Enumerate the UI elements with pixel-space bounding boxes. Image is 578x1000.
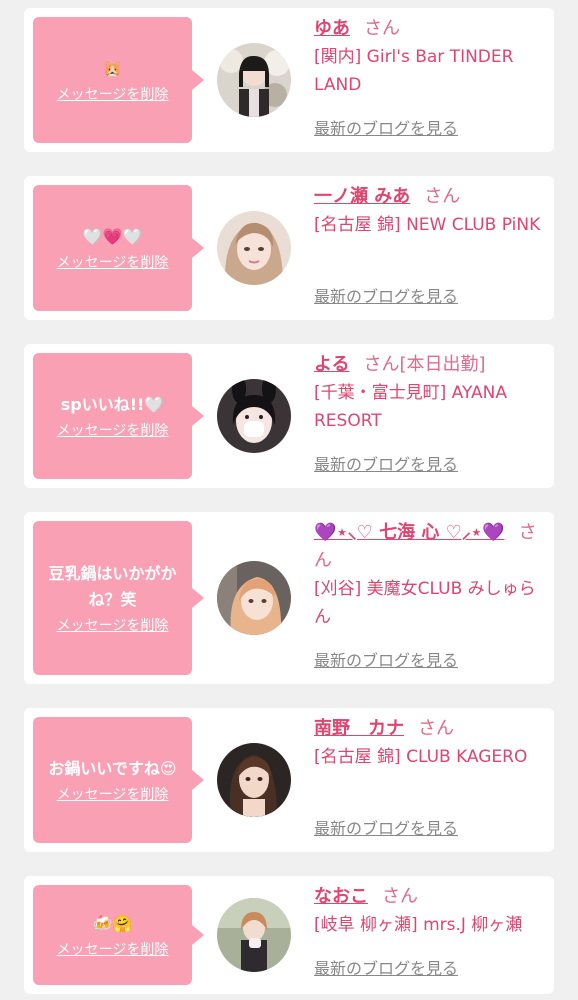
message-card: 🍻🤗 メッセージを削除 なおこ さん [岐阜 柳ヶ瀬] mrs.J 柳ヶ瀬 最新の… [24,876,554,994]
cast-name-link[interactable]: ゆあ [314,18,350,39]
cast-name-link[interactable]: 💜⋆⸜♡ 七海 心 ♡⸝⋆💜 [314,522,504,543]
cast-name-link[interactable]: なおこ [314,886,368,907]
cast-info: 一ノ瀬 みあ さん [名古屋 錦] NEW CLUB PiNK [314,183,546,239]
delete-message-link[interactable]: メッセージを削除 [57,617,169,635]
message-text: 🤍💗🤍 [82,227,143,246]
cast-info: 南野 カナ さん [名古屋 錦] CLUB KAGERO [314,715,546,771]
message-card: spいいね!!🤍 メッセージを削除 よる さん[本日出勤] [千葉・富士見町] A… [24,344,554,488]
latest-blog-link[interactable]: 最新のブログを見る [314,651,458,671]
cast-info: なおこ さん [岐阜 柳ヶ瀬] mrs.J 柳ヶ瀬 [314,883,546,939]
message-card: 🤍💗🤍 メッセージを削除 一ノ瀬 みあ さん [名古屋 錦] NEW CLUB P… [24,176,554,320]
shop-name: [名古屋 錦] CLUB KAGERO [314,747,528,767]
cast-name-link[interactable]: 南野 カナ [314,718,404,739]
shop-name: [関内] Girl's Bar TINDER LAND [314,47,514,95]
delete-message-link[interactable]: メッセージを削除 [57,941,169,959]
message-text: 🐹 [102,59,123,78]
message-text: お鍋いいですね😍 [48,759,177,778]
shop-name: [岐阜 柳ヶ瀬] mrs.J 柳ヶ瀬 [314,915,523,935]
message-bubble: お鍋いいですね😍 メッセージを削除 [33,717,204,843]
delete-message-link[interactable]: メッセージを削除 [57,86,169,104]
latest-blog-link[interactable]: 最新のブログを見る [314,455,458,475]
latest-blog-link[interactable]: 最新のブログを見る [314,287,458,307]
avatar[interactable] [217,743,291,817]
honorific: さん [363,354,400,375]
status-text: [本日出勤] [399,354,486,375]
cast-name-link[interactable]: よる [314,354,349,375]
message-text: 🍻🤗 [92,914,133,933]
message-card: 🐹 メッセージを削除 ゆあ さん [関内] Girl's Bar TINDER L… [24,8,554,152]
message-bubble: 🤍💗🤍 メッセージを削除 [33,185,204,311]
honorific: さん [382,886,418,907]
shop-name: [名古屋 錦] NEW CLUB PiNK [314,215,541,235]
cast-info: ゆあ さん [関内] Girl's Bar TINDER LAND [314,15,546,99]
latest-blog-link[interactable]: 最新のブログを見る [314,119,458,139]
delete-message-link[interactable]: メッセージを削除 [57,786,169,804]
delete-message-link[interactable]: メッセージを削除 [57,254,169,272]
message-bubble: 🍻🤗 メッセージを削除 [33,885,204,985]
message-bubble: 🐹 メッセージを削除 [33,17,204,143]
cast-info: よる さん[本日出勤] [千葉・富士見町] AYANA RESORT [314,351,546,435]
message-card: 豆乳鍋はいかがかね？笑 メッセージを削除 💜⋆⸜♡ 七海 心 ♡⸝⋆💜 さん [刈… [24,512,554,684]
honorific: さん [418,718,454,739]
shop-name: [千葉・富士見町] AYANA RESORT [314,383,508,431]
avatar[interactable] [217,211,291,285]
honorific: さん [364,18,400,39]
shop-name: [刈谷] 美魔女CLUB みしゅらん [314,579,536,627]
avatar[interactable] [217,561,291,635]
latest-blog-link[interactable]: 最新のブログを見る [314,959,458,979]
cast-info: 💜⋆⸜♡ 七海 心 ♡⸝⋆💜 さん [刈谷] 美魔女CLUB みしゅらん [314,519,546,631]
message-card: お鍋いいですね😍 メッセージを削除 南野 カナ さん [名古屋 錦] CLUB K… [24,708,554,852]
message-text: 豆乳鍋はいかがかね？笑 [48,564,177,609]
message-bubble: 豆乳鍋はいかがかね？笑 メッセージを削除 [33,521,204,675]
message-text: spいいね!!🤍 [60,395,165,414]
avatar[interactable] [217,379,291,453]
avatar[interactable] [217,43,291,117]
avatar[interactable] [217,898,291,972]
latest-blog-link[interactable]: 最新のブログを見る [314,819,458,839]
delete-message-link[interactable]: メッセージを削除 [57,422,169,440]
honorific: さん [424,186,461,207]
cast-name-link[interactable]: 一ノ瀬 みあ [314,186,410,207]
message-bubble: spいいね!!🤍 メッセージを削除 [33,353,204,479]
